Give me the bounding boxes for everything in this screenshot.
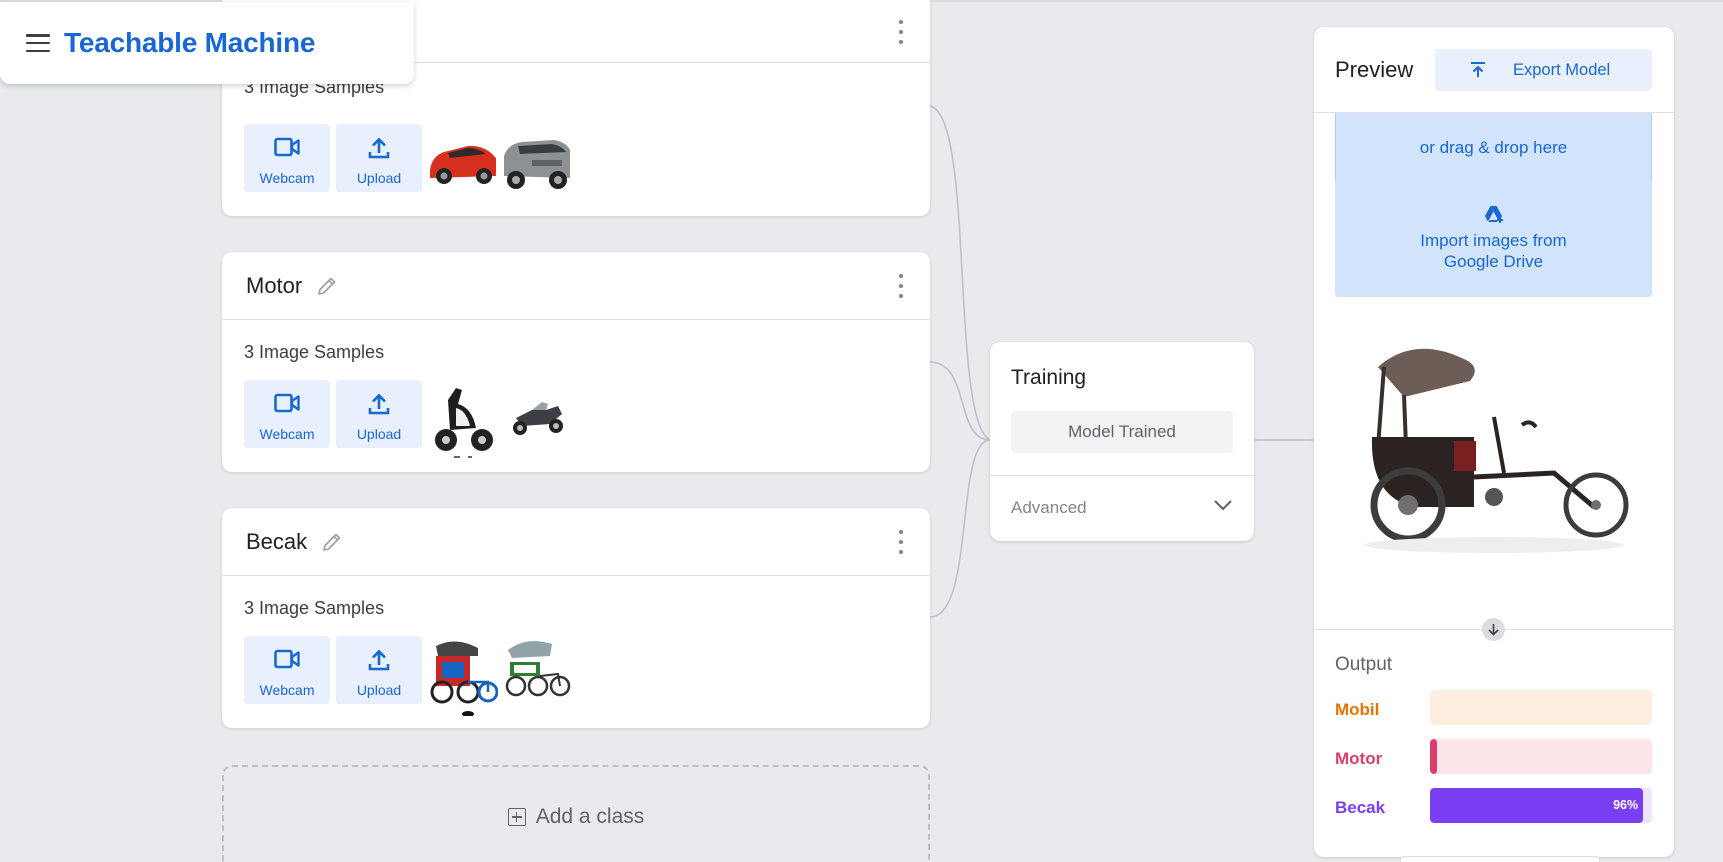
export-upload-icon: [1471, 62, 1485, 77]
output-label-motor: Motor: [1335, 749, 1383, 768]
class-options-icon[interactable]: [898, 273, 904, 298]
export-model-button[interactable]: Export Model: [1435, 49, 1652, 91]
sample-thumbnail[interactable]: [502, 126, 572, 196]
class-card-becak: Becak 3 Image Samples Webcam Upload: [222, 508, 930, 728]
class-name[interactable]: Motor: [246, 273, 302, 299]
upload-button[interactable]: Upload: [336, 636, 422, 704]
webcam-label: Webcam: [259, 682, 315, 698]
export-model-label: Export Model: [1513, 60, 1611, 79]
preview-panel: Preview Export Model or drag & drop here…: [1314, 27, 1674, 857]
edit-pencil-icon[interactable]: [321, 531, 343, 553]
upload-icon: [368, 649, 390, 671]
edit-pencil-icon[interactable]: [316, 275, 338, 297]
training-title: Training: [1011, 366, 1087, 389]
bottom-edge: [1400, 856, 1600, 862]
google-drive-icon: [1485, 206, 1503, 223]
sample-thumbnail[interactable]: [502, 634, 572, 704]
sample-thumbnail[interactable]: [428, 634, 498, 716]
preview-image: [1344, 337, 1644, 597]
samples-count: 3 Image Samples: [244, 342, 385, 362]
app-title[interactable]: Teachable Machine: [64, 27, 315, 59]
import-drive-line2: Google Drive: [1443, 252, 1544, 271]
upload-icon: [368, 137, 390, 159]
output-bar-fill: [1430, 788, 1644, 823]
output-label-mobil: Mobil: [1335, 700, 1380, 719]
divider: [990, 475, 1254, 476]
output-title: Output: [1335, 654, 1393, 675]
import-drive-text: Import images from Google Drive: [1335, 230, 1652, 272]
output-label-becak: Becak: [1335, 798, 1386, 817]
webcam-button[interactable]: Webcam: [244, 380, 330, 448]
sample-thumbnail[interactable]: [502, 380, 572, 450]
output-percent: 96%: [1613, 798, 1639, 812]
output-bar-fill: [1430, 739, 1437, 774]
upload-label: Upload: [356, 170, 402, 186]
webcam-label: Webcam: [259, 170, 315, 186]
video-camera-icon: [274, 137, 300, 157]
upload-label: Upload: [356, 682, 402, 698]
class-card-header: Motor: [222, 252, 930, 320]
advanced-toggle[interactable]: Advanced: [1011, 498, 1087, 518]
chevron-down-icon[interactable]: [1212, 494, 1234, 516]
model-trained-button[interactable]: Model Trained: [1011, 411, 1233, 453]
class-name[interactable]: Becak: [246, 529, 307, 555]
class-card-header: Becak: [222, 508, 930, 576]
add-class-button[interactable]: Add a class: [222, 765, 930, 862]
output-bar-becak: 96%: [1430, 788, 1652, 823]
upload-icon: [368, 393, 390, 415]
import-google-drive-button[interactable]: Import images from Google Drive: [1335, 178, 1652, 297]
webcam-button[interactable]: Webcam: [244, 636, 330, 704]
arrow-down-icon[interactable]: [1482, 618, 1505, 641]
class-options-icon[interactable]: [898, 20, 904, 44]
webcam-button[interactable]: Webcam: [244, 124, 330, 192]
upload-label: Upload: [356, 426, 402, 442]
upload-button[interactable]: Upload: [336, 380, 422, 448]
samples-count: 3 Image Samples: [244, 598, 385, 618]
preview-title: Preview: [1335, 57, 1414, 82]
output-bar-mobil: [1430, 690, 1652, 725]
menu-icon[interactable]: [26, 34, 50, 52]
video-camera-icon: [274, 649, 300, 669]
upload-button[interactable]: Upload: [336, 124, 422, 192]
sample-thumbnail[interactable]: [428, 126, 498, 196]
preview-header: Preview Export Model: [1314, 27, 1674, 113]
add-box-icon: [507, 808, 526, 826]
class-card-motor: Motor 3 Image Samples Webcam Upload: [222, 252, 930, 472]
training-panel: Training Model Trained Advanced: [990, 342, 1254, 541]
video-camera-icon: [274, 393, 300, 413]
sample-thumbnail[interactable]: [428, 378, 498, 462]
add-class-label: Add a class: [535, 805, 645, 828]
webcam-label: Webcam: [259, 426, 315, 442]
app-header: Teachable Machine: [0, 2, 414, 84]
import-drive-line1: Import images from: [1420, 231, 1567, 250]
class-options-icon[interactable]: [898, 529, 904, 554]
output-bar-motor: [1430, 739, 1652, 774]
